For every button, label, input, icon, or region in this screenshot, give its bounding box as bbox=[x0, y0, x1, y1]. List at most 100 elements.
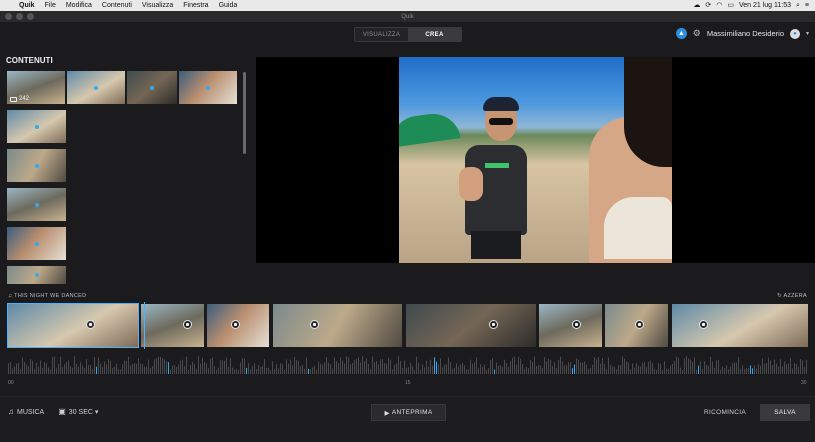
highlight-icon[interactable] bbox=[489, 320, 498, 329]
highlight-icon[interactable] bbox=[231, 320, 240, 329]
window-controls bbox=[5, 13, 34, 20]
time-ruler: 00 15 30 bbox=[8, 378, 808, 388]
media-column bbox=[7, 110, 66, 284]
highlight-icon[interactable] bbox=[183, 320, 192, 329]
duration-select[interactable]: ▣ 30 SEC ▾ bbox=[58, 407, 98, 416]
menu-visualizza[interactable]: Visualizza bbox=[137, 0, 178, 11]
user-name[interactable]: Massimiliano Desiderio bbox=[707, 29, 784, 38]
highlight-icon[interactable] bbox=[86, 320, 95, 329]
bottom-left-controls: ♫ MUSICA ▣ 30 SEC ▾ bbox=[8, 407, 98, 416]
media-thumbnail[interactable] bbox=[7, 188, 66, 221]
highlight-icon[interactable] bbox=[699, 320, 708, 329]
film-icon: ▣ bbox=[58, 407, 66, 416]
media-row: 242 bbox=[7, 71, 237, 104]
music-note-icon: ♫ bbox=[8, 407, 14, 416]
clip-timeline bbox=[7, 302, 808, 349]
system-menu-bar: Quik File Modifica Contenuti Visualizza … bbox=[0, 0, 815, 11]
time-label-mid: 15 bbox=[405, 380, 411, 386]
timeline-clip[interactable] bbox=[207, 304, 269, 347]
cloud-icon[interactable]: ☁ bbox=[693, 0, 700, 11]
man-figure bbox=[457, 97, 532, 261]
menu-modifica[interactable]: Modifica bbox=[61, 0, 97, 11]
avatar[interactable]: ● bbox=[789, 28, 800, 39]
timeline-clip[interactable] bbox=[605, 304, 668, 347]
video-preview[interactable] bbox=[256, 57, 815, 263]
reset-label: AZZERA bbox=[783, 293, 807, 299]
timeline-clip[interactable] bbox=[672, 304, 808, 347]
media-count: 242 bbox=[10, 96, 29, 102]
panel-scrollbar[interactable] bbox=[243, 72, 246, 154]
playhead[interactable] bbox=[144, 302, 145, 349]
mode-switch: VISUALIZZA CREA bbox=[354, 27, 462, 42]
highlight-icon[interactable] bbox=[310, 320, 319, 329]
status-area: ☁ ⟳ ◠ ▭ Ven 21 lug 11:53 ⌕ ≡ bbox=[693, 0, 815, 11]
restart-button[interactable]: RICOMINCIA bbox=[698, 404, 752, 421]
menu-file[interactable]: File bbox=[40, 0, 61, 11]
media-thumbnail[interactable] bbox=[179, 71, 237, 104]
save-button[interactable]: SALVA bbox=[760, 404, 810, 421]
music-track-row: ♫ THIS NIGHT WE DANCED ↻ AZZERA bbox=[0, 290, 815, 302]
menu-contenuti[interactable]: Contenuti bbox=[97, 0, 137, 11]
menu-app[interactable]: Quik bbox=[14, 0, 40, 11]
timeline-clip[interactable] bbox=[141, 304, 204, 347]
selected-dot-icon bbox=[150, 85, 154, 90]
selected-dot-icon bbox=[94, 85, 98, 90]
battery-icon[interactable]: ▭ bbox=[727, 0, 734, 11]
tab-crea[interactable]: CREA bbox=[408, 28, 461, 41]
media-thumbnail[interactable] bbox=[7, 227, 66, 260]
timeline-clip[interactable] bbox=[273, 304, 402, 347]
timeline-clip[interactable] bbox=[406, 304, 536, 347]
wifi-icon[interactable]: ◠ bbox=[716, 0, 722, 11]
highlight-icon[interactable] bbox=[572, 320, 581, 329]
preview-frame bbox=[399, 57, 672, 263]
music-button[interactable]: ♫ MUSICA bbox=[8, 407, 44, 416]
media-thumbnail[interactable] bbox=[7, 110, 66, 143]
media-thumbnail[interactable] bbox=[127, 71, 177, 104]
play-icon: ▶ bbox=[384, 409, 390, 417]
timeline-clip[interactable] bbox=[7, 303, 139, 348]
menu-finestra[interactable]: Finestra bbox=[178, 0, 213, 11]
alert-icon[interactable]: ▲ bbox=[675, 28, 687, 39]
track-name[interactable]: ♫ THIS NIGHT WE DANCED bbox=[8, 293, 86, 299]
window-title-bar: Quik bbox=[0, 11, 815, 22]
chevron-down-icon[interactable]: ▾ bbox=[806, 30, 809, 37]
panel-title: CONTENUTI bbox=[6, 56, 53, 65]
bottom-toolbar: ♫ MUSICA ▣ 30 SEC ▾ ▶ ANTEPRIMA RICOMINCIA… bbox=[0, 396, 815, 442]
woman-figure bbox=[584, 57, 672, 263]
sync-icon[interactable]: ⟳ bbox=[705, 0, 711, 11]
selected-dot-icon bbox=[34, 124, 39, 129]
window-title: Quik bbox=[401, 13, 414, 20]
selected-dot-icon bbox=[34, 163, 39, 168]
content-panel: CONTENUTI 242 bbox=[0, 46, 250, 286]
time-label-end: 30 bbox=[801, 380, 807, 386]
highlight-icon[interactable] bbox=[635, 320, 644, 329]
selected-dot-icon bbox=[34, 202, 39, 207]
menu-clock[interactable]: Ven 21 lug 11:53 bbox=[739, 0, 791, 11]
tab-visualizza[interactable]: VISUALIZZA bbox=[355, 28, 408, 41]
duration-label: 30 SEC bbox=[68, 409, 93, 416]
menu-guida[interactable]: Guida bbox=[214, 0, 243, 11]
header-actions: ▲ ⚙ Massimiliano Desiderio ● ▾ bbox=[675, 28, 809, 39]
media-thumbnail[interactable] bbox=[7, 149, 66, 182]
zoom-window-icon[interactable] bbox=[27, 13, 34, 20]
reset-button[interactable]: ↻ AZZERA bbox=[777, 293, 807, 299]
timeline-clip[interactable] bbox=[539, 304, 602, 347]
list-icon[interactable]: ≡ bbox=[805, 0, 809, 11]
selected-dot-icon bbox=[34, 241, 39, 246]
media-count-value: 242 bbox=[19, 96, 30, 102]
gear-icon[interactable]: ⚙ bbox=[693, 28, 701, 39]
music-label: MUSICA bbox=[17, 409, 45, 416]
app-header: VISUALIZZA CREA ▲ ⚙ Massimiliano Desider… bbox=[0, 22, 815, 46]
media-thumbnail[interactable]: 242 bbox=[7, 71, 65, 104]
media-thumbnail[interactable] bbox=[67, 71, 125, 104]
preview-label: ANTEPRIMA bbox=[391, 409, 433, 416]
camera-icon bbox=[10, 96, 17, 102]
audio-waveform[interactable] bbox=[8, 352, 808, 374]
search-icon[interactable]: ⌕ bbox=[796, 0, 800, 11]
beach-umbrella bbox=[399, 110, 461, 148]
track-title: THIS NIGHT WE DANCED bbox=[14, 293, 87, 299]
minimize-window-icon[interactable] bbox=[16, 13, 23, 20]
close-window-icon[interactable] bbox=[5, 13, 12, 20]
media-thumbnail[interactable] bbox=[7, 266, 66, 284]
preview-button[interactable]: ▶ ANTEPRIMA bbox=[371, 404, 446, 421]
